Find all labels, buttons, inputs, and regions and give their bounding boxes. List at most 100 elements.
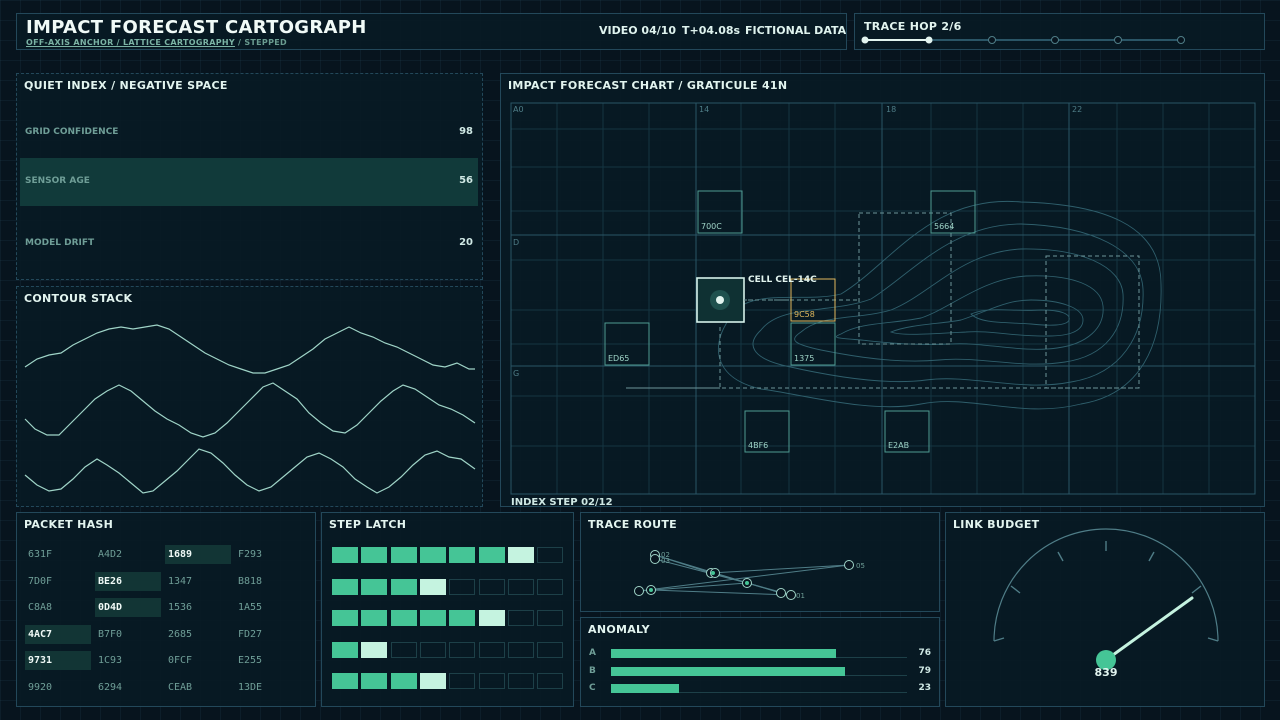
latch-segment[interactable] xyxy=(361,673,388,689)
link-budget-panel: LINK BUDGET 839 xyxy=(945,512,1265,707)
latch-segment[interactable] xyxy=(390,641,417,658)
latch-segment[interactable] xyxy=(507,641,534,658)
latch-segment[interactable] xyxy=(449,641,476,658)
latch-segment[interactable] xyxy=(390,578,417,595)
hash-cell[interactable]: 1347 xyxy=(165,572,231,591)
latch-segment[interactable] xyxy=(449,673,476,689)
wave-line-3 xyxy=(24,448,476,494)
anomaly-label: A xyxy=(589,648,596,658)
latch-segment[interactable] xyxy=(419,578,446,595)
latch-segment[interactable] xyxy=(478,673,505,689)
latch-segment[interactable] xyxy=(332,673,358,689)
step-latch-title: STEP LATCH xyxy=(329,518,407,531)
hash-cell[interactable]: E255 xyxy=(235,651,301,670)
latch-segment[interactable] xyxy=(361,578,388,595)
hash-cell[interactable]: 9920 xyxy=(25,678,91,697)
app-title: IMPACT FORECAST CARTOGRAPH xyxy=(26,17,367,38)
latch-segment[interactable] xyxy=(449,610,476,626)
app-subtitle: OFF-AXIS ANCHOR / LATTICE CARTOGRAPHY / … xyxy=(26,38,287,47)
hash-cell[interactable]: B7F0 xyxy=(95,625,161,644)
hash-cell[interactable]: 631F xyxy=(25,545,91,564)
contour-stack-panel: CONTOUR STACK xyxy=(16,286,483,507)
hash-cell[interactable]: 9731 xyxy=(25,651,91,670)
hash-cell[interactable]: 6294 xyxy=(95,678,161,697)
time-readout: T+04.08s xyxy=(682,24,741,37)
hash-cell[interactable]: 1A55 xyxy=(235,598,301,617)
hash-cell[interactable]: 2685 xyxy=(165,625,231,644)
trace-route-graph[interactable]: 02 03 05 01 xyxy=(581,513,941,613)
packet-hash-title: PACKET HASH xyxy=(24,518,114,531)
latch-segment[interactable] xyxy=(332,641,358,658)
impact-chart-canvas[interactable]: A0 14 18 22 D G 700C 5664 9C58 ED65 1375… xyxy=(501,74,1266,508)
latch-segment[interactable] xyxy=(419,641,446,658)
latch-segment[interactable] xyxy=(390,610,417,626)
hash-cell[interactable]: 7D0F xyxy=(25,572,91,591)
hash-cell[interactable]: C8A8 xyxy=(25,598,91,617)
trace-route-panel: TRACE ROUTE 02 03 05 01 xyxy=(580,512,940,612)
latch-segment[interactable] xyxy=(537,578,564,595)
row-label: G xyxy=(513,369,519,378)
latch-segment[interactable] xyxy=(390,673,417,689)
quiet-row[interactable]: MODEL DRIFT 20 xyxy=(20,220,478,268)
hop-node-icon[interactable] xyxy=(988,36,996,44)
latch-segment[interactable] xyxy=(507,673,534,689)
latch-segment[interactable] xyxy=(332,610,358,626)
latch-segment[interactable] xyxy=(537,610,564,626)
quiet-row-selected[interactable]: SENSOR AGE 56 xyxy=(20,158,478,206)
header-bar: IMPACT FORECAST CARTOGRAPH OFF-AXIS ANCH… xyxy=(16,13,847,50)
hash-cell[interactable]: 4AC7 xyxy=(25,624,91,644)
anomaly-track xyxy=(611,649,907,658)
hop-node-icon[interactable] xyxy=(1114,36,1122,44)
quiet-row[interactable]: GRID CONFIDENCE 98 xyxy=(20,109,478,157)
hash-cell[interactable]: FD27 xyxy=(235,625,301,644)
hop-node-icon[interactable] xyxy=(1177,36,1185,44)
latch-segment[interactable] xyxy=(537,673,564,689)
latch-segment[interactable] xyxy=(332,578,358,595)
latch-segment[interactable] xyxy=(419,610,446,626)
hash-cell[interactable]: 13DE xyxy=(235,678,301,697)
latch-segment[interactable] xyxy=(390,547,417,563)
latch-segment[interactable] xyxy=(419,673,446,689)
latch-segment[interactable] xyxy=(361,641,388,658)
hash-cell[interactable]: F293 xyxy=(235,545,301,564)
latch-segment[interactable] xyxy=(361,547,388,563)
cell-id: ED65 xyxy=(608,354,629,363)
link-budget-gauge: 839 xyxy=(993,528,1219,679)
hop-node-icon[interactable] xyxy=(861,36,869,44)
hash-cell[interactable]: CEAB xyxy=(165,678,231,697)
latch-segment[interactable] xyxy=(507,578,534,595)
hash-cell[interactable]: 1689 xyxy=(165,545,231,564)
latch-segment[interactable] xyxy=(478,610,505,626)
forecast-cell[interactable]: 700C xyxy=(697,190,743,234)
latch-segment[interactable] xyxy=(449,547,476,563)
hash-cell[interactable]: 1536 xyxy=(165,598,231,617)
hop-node-icon[interactable] xyxy=(925,36,933,44)
latch-segment[interactable] xyxy=(478,578,505,595)
latch-segment[interactable] xyxy=(507,610,534,626)
route-node-label: 03 xyxy=(661,557,670,565)
hash-cell[interactable]: 0FCF xyxy=(165,651,231,670)
cell-id: 1375 xyxy=(794,354,814,363)
hash-cell[interactable]: 0D4D xyxy=(95,598,161,617)
latch-segment[interactable] xyxy=(449,578,476,595)
hash-cell[interactable]: 1C93 xyxy=(95,651,161,670)
latch-segment[interactable] xyxy=(537,547,564,563)
hop-node-icon[interactable] xyxy=(1051,36,1059,44)
hash-cell[interactable]: A4D2 xyxy=(95,545,161,564)
latch-segment[interactable] xyxy=(478,547,505,563)
anomaly-label: B xyxy=(589,665,596,676)
hash-cell[interactable]: BE26 xyxy=(95,571,161,591)
latch-segment[interactable] xyxy=(361,610,388,626)
hash-cell[interactable]: B818 xyxy=(235,572,301,591)
latch-segment[interactable] xyxy=(332,547,358,563)
subtitle-link[interactable]: OFF-AXIS ANCHOR / LATTICE CARTOGRAPHY xyxy=(26,38,235,47)
latch-segment[interactable] xyxy=(537,641,564,658)
trace-hop-track[interactable] xyxy=(855,14,1266,51)
anomaly-track xyxy=(611,666,907,676)
latch-segment[interactable] xyxy=(507,547,534,563)
latch-segment[interactable] xyxy=(419,547,446,563)
quiet-row-value: 20 xyxy=(459,237,473,248)
anomaly-track xyxy=(611,684,907,693)
latch-segment[interactable] xyxy=(478,641,505,658)
chart-footer: INDEX STEP 02/12 xyxy=(511,497,613,508)
